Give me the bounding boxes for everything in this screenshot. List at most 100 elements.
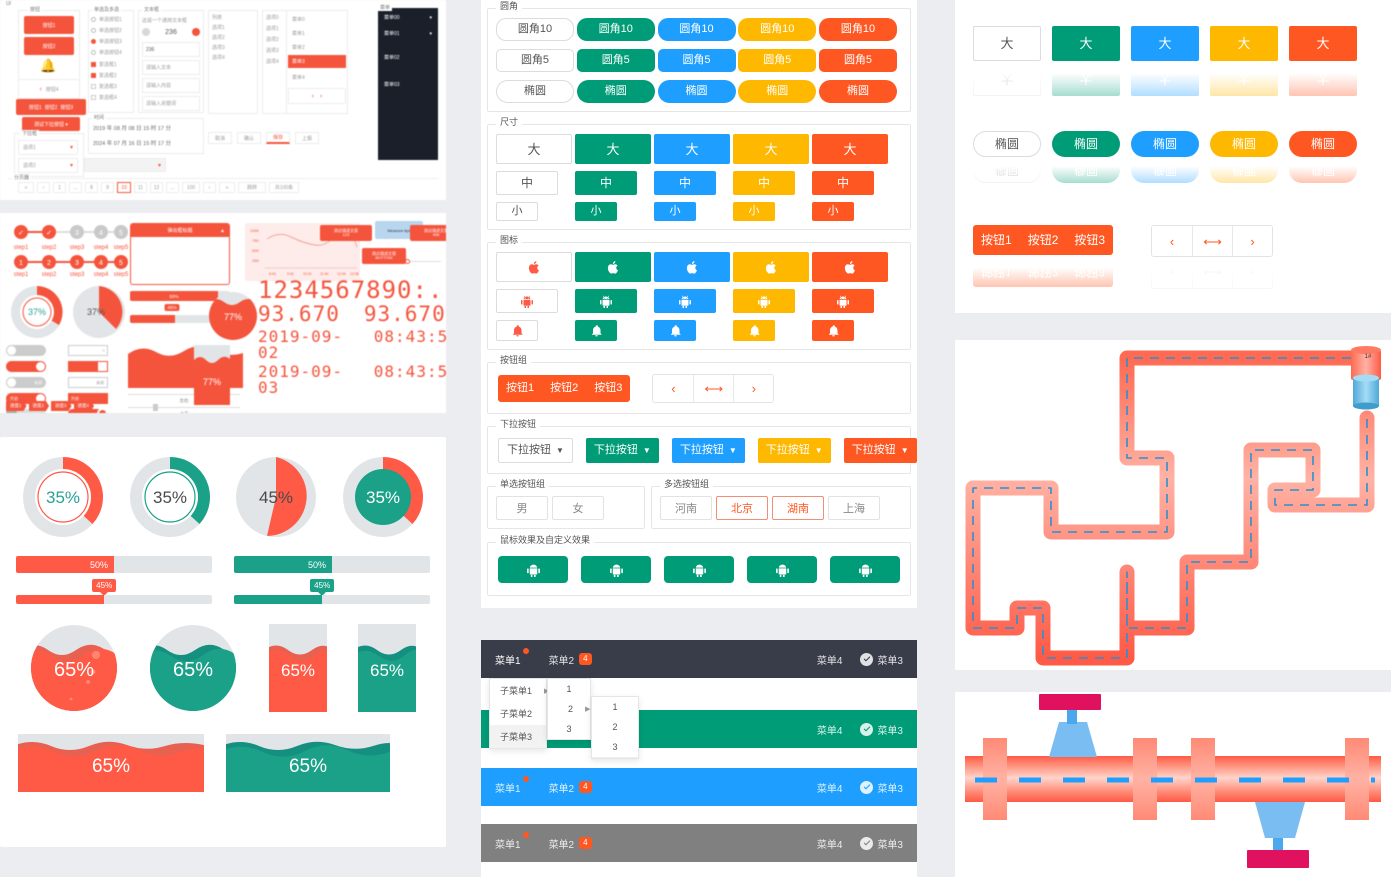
checkbox-option-beijing[interactable]: 北京 bbox=[716, 496, 768, 520]
button-pill-green[interactable]: 椭圆 bbox=[576, 80, 655, 103]
effect-button-4[interactable] bbox=[747, 556, 817, 583]
toggle-off[interactable] bbox=[6, 345, 46, 356]
dropdown-button-amber[interactable]: 下拉按钮 ▼ bbox=[757, 438, 831, 463]
radio-item[interactable]: 单选按钮2 bbox=[91, 27, 122, 34]
stepper-plus-icon[interactable] bbox=[192, 28, 200, 36]
button-small-blue[interactable]: 小 bbox=[654, 202, 696, 221]
dropdown-button-red[interactable]: 下拉按钮 ▼ bbox=[843, 438, 917, 463]
refl-button-large-blue[interactable]: 大 bbox=[1131, 26, 1199, 61]
mock-dropdown-button[interactable]: 测试下拉按钮 ▾ bbox=[22, 117, 80, 131]
breadcrumb-item[interactable]: 进度2 bbox=[28, 401, 50, 411]
button-radius5-green[interactable]: 圆角5 bbox=[576, 49, 655, 72]
menu-item-2[interactable]: 菜单2 4 bbox=[549, 836, 592, 851]
checkbox-item[interactable]: 复选框4 bbox=[91, 94, 122, 101]
group-button-1[interactable]: 按钮1 bbox=[498, 375, 543, 402]
pager-page[interactable]: 100 bbox=[182, 182, 200, 193]
refl-button-pill-amber[interactable]: 椭圆 bbox=[1210, 131, 1278, 157]
mini-slider[interactable] bbox=[405, 259, 441, 265]
cancel-button[interactable]: 取消 bbox=[208, 132, 232, 144]
submenu2-item-1[interactable]: 1 bbox=[548, 679, 590, 699]
text-input-2[interactable]: 请输入文本 bbox=[142, 60, 200, 75]
mock-button-group[interactable]: 按钮1 按钮2 按钮3 bbox=[16, 99, 86, 115]
button-android-blue[interactable] bbox=[654, 289, 716, 313]
pager-first[interactable]: « bbox=[18, 182, 34, 193]
submenu2-item-3[interactable]: 3 bbox=[548, 719, 590, 739]
button-radius5-default[interactable]: 圆角5 bbox=[496, 49, 574, 72]
text-input-4[interactable]: 请输入关键词 bbox=[142, 96, 200, 111]
group-button-1[interactable]: 按钮1 bbox=[973, 225, 1020, 255]
button-apple-blue[interactable] bbox=[654, 252, 730, 282]
radio-item[interactable]: 单选按钮4 bbox=[91, 49, 122, 56]
dark-nav-item[interactable]: 菜单01 ▾ bbox=[384, 30, 432, 38]
pager-last[interactable]: » bbox=[219, 182, 235, 193]
button-android-green[interactable] bbox=[575, 289, 637, 313]
text-input-3[interactable]: 请输入内容 bbox=[142, 78, 200, 93]
button-radius5-red[interactable]: 圆角5 bbox=[819, 49, 897, 72]
effect-button-2[interactable] bbox=[581, 556, 651, 583]
mock-button-2[interactable]: 按钮2 bbox=[24, 37, 74, 55]
chevron-left-icon[interactable]: ‹ bbox=[653, 375, 694, 402]
button-medium-red[interactable]: 中 bbox=[812, 171, 874, 195]
menu-item-2[interactable]: 菜单2 4 bbox=[549, 652, 592, 667]
mock-select-1[interactable]: 选项1 ▾ bbox=[18, 140, 78, 155]
button-large-green[interactable]: 大 bbox=[575, 134, 651, 164]
button-bell-amber[interactable] bbox=[733, 320, 775, 341]
nav-item[interactable]: 菜单2 bbox=[292, 44, 305, 51]
dropdown-button-default[interactable]: 下拉按钮 ▼ bbox=[498, 438, 573, 463]
button-apple-red[interactable] bbox=[812, 252, 888, 282]
pager-page[interactable]: 12 bbox=[150, 182, 163, 193]
menu-item-2[interactable]: 菜单2 4 bbox=[549, 780, 592, 795]
pager-prev[interactable]: ‹ bbox=[37, 182, 50, 193]
menu-item-3[interactable]: 菜单3 bbox=[860, 652, 903, 667]
pager-page[interactable]: 11 bbox=[134, 182, 147, 193]
button-android-default[interactable] bbox=[496, 289, 558, 313]
group-button-3[interactable]: 按钮3 bbox=[586, 375, 631, 402]
button-bell-blue[interactable] bbox=[654, 320, 696, 341]
mock-back-button[interactable]: ‹ 按钮4 bbox=[18, 79, 80, 99]
radio-option-male[interactable]: 男 bbox=[496, 496, 548, 520]
refl-button-large-red[interactable]: 大 bbox=[1289, 26, 1357, 61]
button-apple-default[interactable] bbox=[496, 252, 572, 282]
menu-item-4[interactable]: 菜单4 bbox=[817, 836, 843, 851]
button-pill-default[interactable]: 椭圆 bbox=[496, 80, 574, 103]
pager-page-current[interactable]: 10 bbox=[117, 182, 131, 193]
refl-button-large-green[interactable]: 大 bbox=[1052, 26, 1120, 61]
refl-button-pill-blue[interactable]: 椭圆 bbox=[1131, 131, 1199, 157]
button-bell-default[interactable] bbox=[496, 320, 538, 341]
stepper-minus-icon[interactable] bbox=[142, 28, 150, 36]
stepper-row[interactable]: 236 bbox=[142, 28, 200, 36]
valve-top[interactable] bbox=[1039, 694, 1101, 757]
chevron-right-icon[interactable]: › bbox=[733, 375, 774, 402]
dark-nav-item[interactable]: 菜单00 ▾ bbox=[384, 14, 432, 22]
checkbox-item-checked[interactable]: 复选框1 bbox=[91, 61, 122, 68]
chevron-left-icon[interactable]: ‹ bbox=[1152, 226, 1193, 256]
button-medium-green[interactable]: 中 bbox=[575, 171, 637, 195]
button-large-default[interactable]: 大 bbox=[496, 134, 572, 164]
refl-button-large-amber[interactable]: 大 bbox=[1210, 26, 1278, 61]
arrows-horizontal-icon[interactable]: ⟷ bbox=[1192, 226, 1233, 256]
checkbox-item-checked[interactable]: 复选框2 bbox=[91, 72, 122, 79]
dropdown-button-blue[interactable]: 下拉按钮 ▼ bbox=[671, 438, 745, 463]
button-pill-amber[interactable]: 椭圆 bbox=[738, 80, 817, 103]
pager-next[interactable]: › bbox=[203, 182, 216, 193]
dark-nav-item[interactable]: 菜单02 bbox=[384, 46, 432, 64]
menu-item-1[interactable]: 菜单1 bbox=[495, 775, 529, 795]
radio-option-female[interactable]: 女 bbox=[552, 496, 604, 520]
checkbox-option-shanghai[interactable]: 上海 bbox=[828, 496, 880, 520]
effect-button-1[interactable] bbox=[498, 556, 568, 583]
menu-item-1[interactable]: 菜单1 bbox=[495, 831, 529, 851]
button-radius10-green[interactable]: 圆角10 bbox=[576, 18, 655, 41]
nav-item[interactable]: 菜单4 bbox=[292, 74, 305, 81]
submenu3-item-2[interactable]: 2 bbox=[592, 717, 638, 737]
refl-button-pill-green[interactable]: 椭圆 bbox=[1052, 131, 1120, 157]
menu-item-3[interactable]: 菜单3 bbox=[860, 722, 903, 737]
button-radius10-default[interactable]: 圆角10 bbox=[496, 18, 574, 41]
chevron-right-icon[interactable]: › bbox=[1232, 226, 1273, 256]
nav-item-selected[interactable]: 菜单3 bbox=[288, 55, 346, 68]
toggle-square-off[interactable]: ○ bbox=[68, 345, 108, 356]
breadcrumb-item[interactable]: 进度4 bbox=[73, 401, 95, 411]
toggle-labeled-off[interactable]: 关闭 bbox=[6, 377, 46, 388]
mock-button-1[interactable]: 按钮1 bbox=[24, 16, 74, 34]
breadcrumb-item[interactable]: 进度1 bbox=[6, 401, 27, 411]
button-bell-red[interactable] bbox=[812, 320, 854, 341]
